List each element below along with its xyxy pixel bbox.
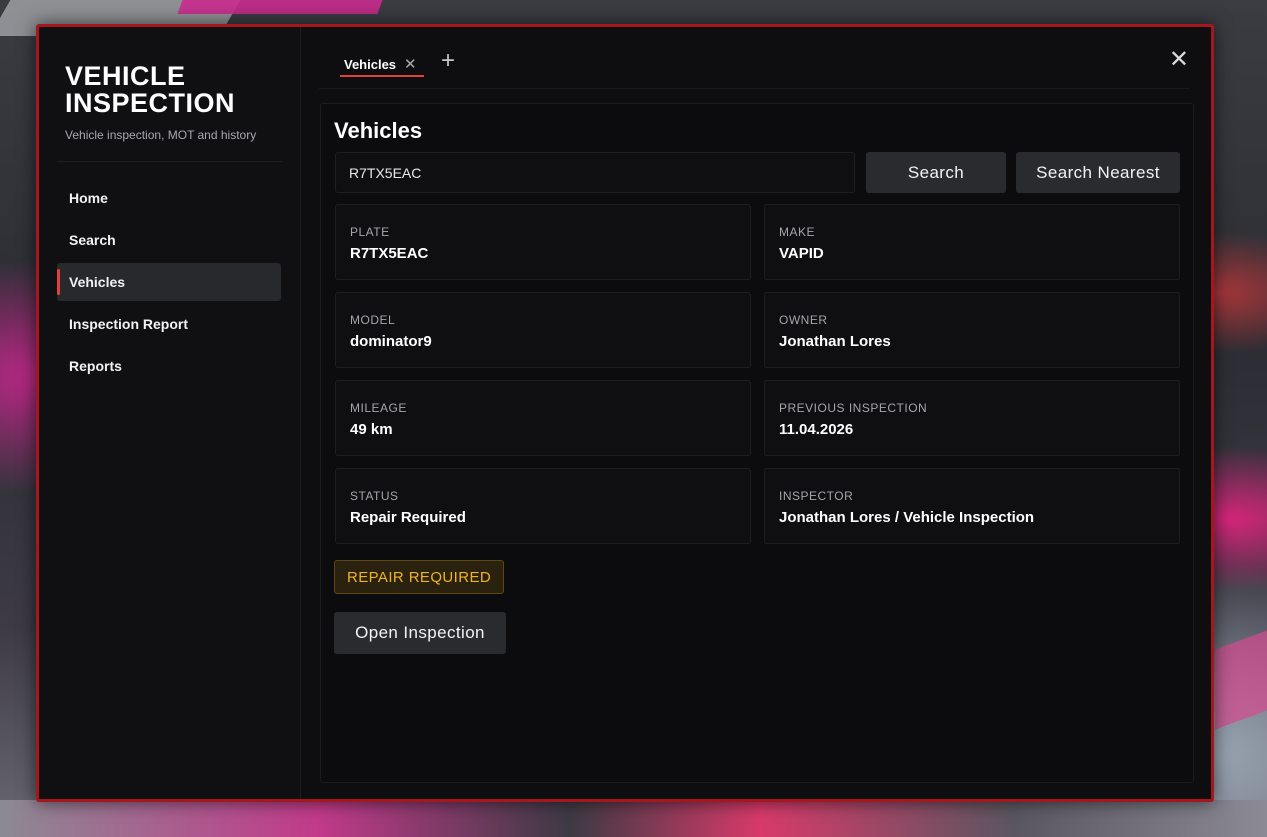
owner-value: Jonathan Lores (779, 333, 891, 350)
inspector-value: Jonathan Lores / Vehicle Inspection (779, 509, 1035, 526)
sidebar: VEHICLE INSPECTION Vehicle inspection, M… (39, 27, 301, 799)
owner-card: OWNER Jonathan Lores (764, 292, 1180, 368)
sidebar-item-search[interactable]: Search (57, 221, 281, 259)
inspection-window: VEHICLE INSPECTION Vehicle inspection, M… (36, 24, 1214, 802)
make-value: VAPID (779, 245, 824, 262)
inspector-label: INSPECTOR (779, 489, 854, 503)
sidebar-item-inspection-report[interactable]: Inspection Report (57, 305, 281, 343)
tab-active-indicator (340, 75, 424, 77)
status-badge: REPAIR REQUIRED (334, 560, 505, 594)
inspector-card: INSPECTOR Jonathan Lores / Vehicle Inspe… (764, 468, 1180, 544)
app-subtitle: Vehicle inspection, MOT and history (65, 128, 257, 142)
make-label: MAKE (779, 225, 816, 239)
make-card: MAKE VAPID (764, 204, 1180, 280)
search-button[interactable]: Search (866, 152, 1006, 193)
plate-card: PLATE R7TX5EAC (335, 204, 751, 280)
tab-label: Vehicles (344, 56, 397, 72)
plus-icon[interactable]: + (441, 47, 455, 75)
tab-bar: Vehicles ✕ + ✕ (319, 27, 1189, 89)
background-streak (177, 0, 383, 14)
previous-inspection-label: PREVIOUS INSPECTION (779, 401, 928, 415)
background-floor (0, 800, 1267, 837)
sidebar-item-vehicles[interactable]: Vehicles (57, 263, 281, 301)
search-input[interactable] (335, 152, 855, 193)
owner-label: OWNER (779, 313, 828, 327)
open-inspection-button[interactable]: Open Inspection (334, 612, 506, 654)
model-value: dominator9 (350, 333, 432, 350)
model-card: MODEL dominator9 (335, 292, 751, 368)
mileage-card: MILEAGE 49 km (335, 380, 751, 456)
status-value: Repair Required (350, 509, 466, 526)
mileage-label: MILEAGE (350, 401, 407, 415)
sidebar-divider (57, 161, 282, 162)
status-card: STATUS Repair Required (335, 468, 751, 544)
model-label: MODEL (350, 313, 396, 327)
close-icon[interactable]: ✕ (404, 55, 417, 73)
close-icon[interactable]: ✕ (1169, 45, 1189, 74)
app-title: VEHICLE INSPECTION (65, 61, 236, 118)
mileage-value: 49 km (350, 421, 393, 438)
page-title: Vehicles (334, 118, 423, 143)
tab-vehicles[interactable]: Vehicles ✕ (340, 51, 421, 77)
sidebar-item-reports[interactable]: Reports (57, 347, 281, 385)
background-streak (1215, 630, 1267, 730)
plate-label: PLATE (350, 225, 390, 239)
vehicles-panel: Vehicles Search Search Nearest PLATE R7T… (320, 103, 1194, 783)
status-label: STATUS (350, 489, 399, 503)
sidebar-item-home[interactable]: Home (57, 179, 281, 217)
previous-inspection-card: PREVIOUS INSPECTION 11.04.2026 (764, 380, 1180, 456)
search-nearest-button[interactable]: Search Nearest (1016, 152, 1180, 193)
previous-inspection-value: 11.04.2026 (779, 421, 854, 438)
plate-value: R7TX5EAC (350, 245, 429, 262)
sidebar-nav: Home Search Vehicles Inspection Report R… (57, 179, 281, 389)
